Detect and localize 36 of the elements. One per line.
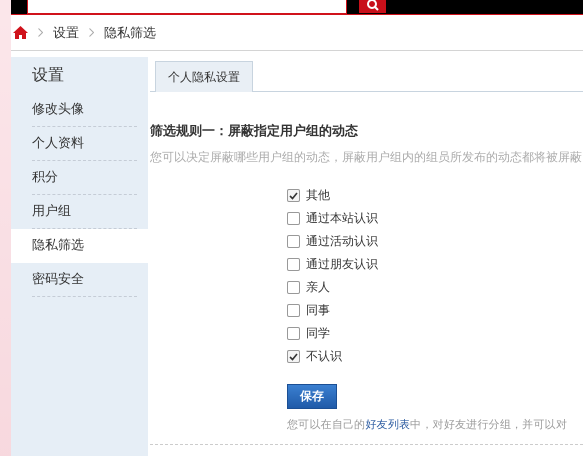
checkbox[interactable] — [287, 212, 300, 225]
friend-list-link[interactable]: 好友列表 — [365, 418, 410, 431]
checkbox-label: 同学 — [306, 325, 330, 342]
breadcrumb-link[interactable]: 设置 — [53, 24, 79, 42]
sidebar-item[interactable]: 积分 — [32, 161, 137, 195]
sidebar-item[interactable]: 密码安全 — [32, 263, 137, 297]
description-text: 您可以决定屏蔽哪些用户组的动态，屏蔽用户组内的组员所发布的动态都将被屏蔽 — [150, 149, 583, 166]
checkbox[interactable] — [287, 281, 300, 294]
sidebar-item[interactable]: 修改头像 — [32, 93, 137, 127]
checkbox-label: 不认识 — [306, 348, 342, 365]
checkbox[interactable] — [287, 327, 300, 340]
checkbox-label: 同事 — [306, 302, 330, 319]
sidebar-item[interactable]: 隐私筛选 — [11, 229, 148, 263]
checkbox[interactable] — [287, 350, 300, 363]
sidebar-item[interactable]: 个人资料 — [32, 127, 137, 161]
search-icon — [366, 0, 380, 12]
sidebar-title: 设置 — [32, 64, 65, 86]
checkbox[interactable] — [287, 258, 300, 271]
checkbox-label: 通过本站认识 — [306, 210, 378, 227]
chevron-icon — [38, 28, 43, 37]
search-field[interactable] — [27, 0, 347, 14]
section-heading: 筛选规则一：屏蔽指定用户组的动态 — [150, 122, 359, 140]
checkbox-label: 亲人 — [306, 279, 330, 296]
checkbox[interactable] — [287, 235, 300, 248]
tab[interactable]: 个人隐私设置 — [155, 61, 253, 92]
checkbox-label: 通过朋友认识 — [306, 256, 378, 273]
note-text: 您可以在自己的好友列表中，对好友进行分组，并可以对 — [287, 417, 568, 432]
checkbox-label: 其他 — [306, 187, 330, 204]
checkbox[interactable] — [287, 304, 300, 317]
breadcrumb-link[interactable]: 隐私筛选 — [104, 24, 156, 42]
save-button[interactable]: 保存 — [287, 384, 337, 409]
search-button[interactable] — [359, 0, 386, 13]
chevron-icon — [89, 28, 94, 37]
checkbox[interactable] — [287, 189, 300, 202]
home-icon[interactable] — [13, 26, 28, 39]
checkbox-label: 通过活动认识 — [306, 233, 378, 250]
